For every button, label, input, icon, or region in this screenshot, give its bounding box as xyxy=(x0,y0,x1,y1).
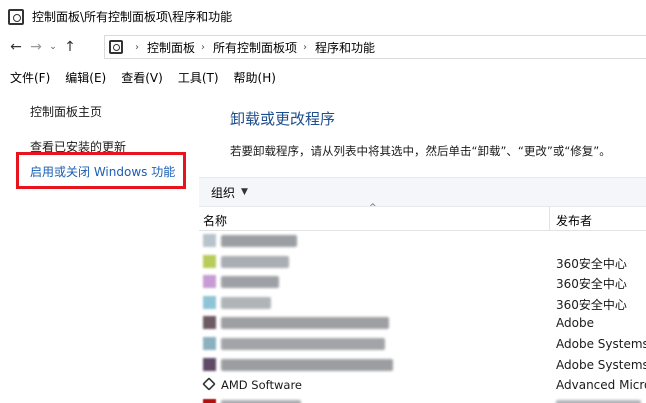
main-content: 卸载或更改程序 若要卸载程序，请从列表中将其选中，然后单击“卸载”、“更改”或“… xyxy=(199,88,646,403)
chevron-right-icon[interactable]: › xyxy=(201,42,205,53)
menu-file[interactable]: 文件(F) xyxy=(10,69,50,86)
table-row[interactable] xyxy=(199,231,646,252)
program-name: AMD Software xyxy=(221,378,302,393)
up-button[interactable]: ↑ xyxy=(60,35,80,59)
blurred-program-name xyxy=(221,317,389,330)
table-row[interactable]: 360安全中心 xyxy=(199,272,646,293)
program-icon xyxy=(203,295,216,309)
page-description: 若要卸载程序，请从列表中将其选中，然后单击“卸载”、“更改”或“修复”。 xyxy=(230,144,611,158)
left-pane: 控制面板主页 查看已安装的更新 启用或关闭 Windows 功能 xyxy=(0,88,199,403)
program-icon xyxy=(203,275,216,289)
column-header-publisher[interactable]: 发布者 xyxy=(556,212,592,229)
column-header-name[interactable]: 名称 xyxy=(203,212,227,229)
forward-button[interactable]: → xyxy=(26,35,46,59)
program-icon xyxy=(203,336,216,350)
program-icon xyxy=(203,316,216,330)
program-publisher: Adobe xyxy=(556,316,594,331)
menu-edit[interactable]: 编辑(E) xyxy=(65,69,106,86)
breadcrumb-all-items[interactable]: 所有控制面板项 xyxy=(213,39,297,56)
recent-locations-button[interactable]: ⌄ xyxy=(46,35,60,59)
menu-bar: 文件(F) 编辑(E) 查看(V) 工具(T) 帮助(H) xyxy=(0,66,646,88)
organize-button[interactable]: 组织 xyxy=(211,184,235,201)
table-row[interactable]: 360安全中心 xyxy=(199,252,646,273)
table-row[interactable]: Adobe Systems xyxy=(199,334,646,355)
blurred-program-name xyxy=(221,255,289,268)
chevron-right-icon[interactable]: › xyxy=(303,42,307,53)
control-panel-icon xyxy=(109,40,123,54)
table-row[interactable]: 360安全中心 xyxy=(199,293,646,314)
menu-view[interactable]: 查看(V) xyxy=(121,69,163,86)
table-row[interactable] xyxy=(199,396,646,403)
blurred-program-name xyxy=(221,337,385,350)
menu-tools[interactable]: 工具(T) xyxy=(178,69,219,86)
chevron-right-icon[interactable]: › xyxy=(135,42,139,53)
blurred-program-name xyxy=(221,296,271,309)
navigation-bar: ← → ⌄ ↑ › 控制面板 › 所有控制面板项 › 程序和功能 xyxy=(0,33,646,61)
column-header-row: ^ 名称 发布者 xyxy=(199,203,646,231)
blurred-program-name xyxy=(221,358,393,371)
program-publisher: Adobe Systems xyxy=(556,336,646,351)
column-divider[interactable] xyxy=(549,207,550,231)
control-panel-home-link[interactable]: 控制面板主页 xyxy=(30,103,102,120)
breadcrumb-control-panel[interactable]: 控制面板 xyxy=(147,39,195,56)
address-bar[interactable]: › 控制面板 › 所有控制面板项 › 程序和功能 xyxy=(104,35,646,59)
menu-help[interactable]: 帮助(H) xyxy=(234,69,276,86)
program-icon xyxy=(203,234,216,247)
table-row[interactable]: Adobe xyxy=(199,313,646,334)
program-publisher: Advanced Micro xyxy=(556,378,646,393)
program-icon xyxy=(203,357,216,371)
program-publisher: 360安全中心 xyxy=(556,297,627,312)
caret-down-icon[interactable]: ▼ xyxy=(241,187,248,197)
program-publisher: Adobe Systems xyxy=(556,357,646,372)
title-bar: 控制面板\所有控制面板项\程序和功能 xyxy=(0,0,646,33)
program-icon xyxy=(203,254,216,268)
back-button[interactable]: ← xyxy=(6,35,26,59)
page-title: 卸载或更改程序 xyxy=(230,110,336,128)
program-list: 360安全中心 360安全中心 360安全中心 Adobe Adobe Syst… xyxy=(199,231,646,403)
sort-ascending-icon: ^ xyxy=(369,203,377,213)
amd-icon xyxy=(202,377,216,391)
program-publisher: 360安全中心 xyxy=(556,256,627,271)
window-title: 控制面板\所有控制面板项\程序和功能 xyxy=(32,10,233,24)
highlight-annotation xyxy=(16,152,186,189)
blurred-program-name xyxy=(221,276,279,289)
breadcrumb-programs-features[interactable]: 程序和功能 xyxy=(315,39,375,56)
command-bar: 组织 ▼ xyxy=(199,177,646,207)
program-icon xyxy=(203,398,216,403)
control-panel-icon xyxy=(8,8,24,25)
table-row[interactable]: Adobe Systems xyxy=(199,355,646,376)
blurred-program-name xyxy=(221,235,297,247)
program-publisher: 360安全中心 xyxy=(556,277,627,292)
table-row[interactable]: AMD Software Advanced Micro xyxy=(199,375,646,396)
